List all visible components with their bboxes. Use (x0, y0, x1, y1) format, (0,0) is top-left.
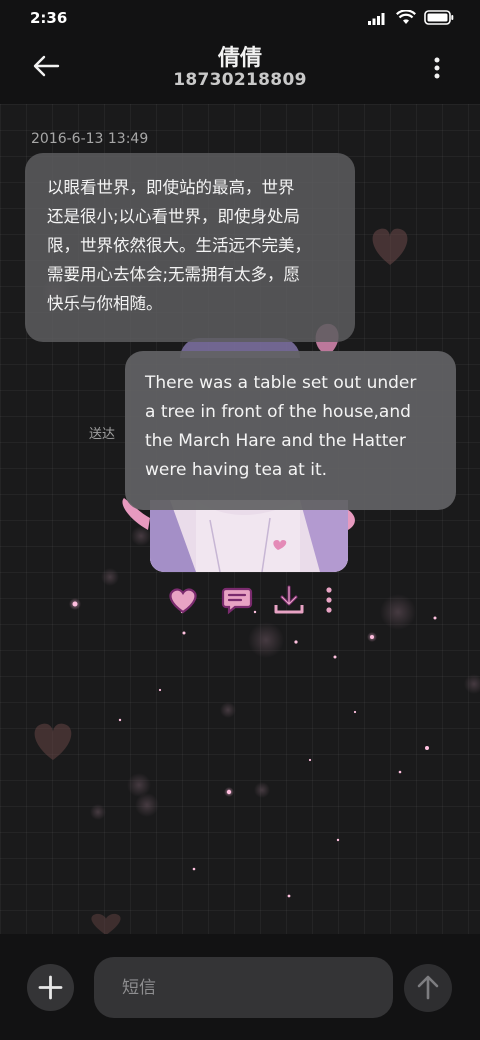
download-icon (274, 585, 304, 614)
message-composer (0, 934, 480, 1040)
comment-icon (221, 587, 253, 615)
outgoing-message-line: were having tea at it. (145, 460, 328, 480)
outgoing-message-line: There was a table set out under (145, 373, 417, 393)
signal-icon (368, 12, 385, 25)
send-button[interactable] (404, 964, 452, 1012)
status-icons (368, 10, 454, 25)
more-options-button[interactable] (430, 56, 444, 82)
wifi-icon (396, 10, 416, 24)
heart-decoration-icon (372, 228, 408, 265)
incoming-message-line: 限，世界依然很大。生活远不完美， (47, 236, 311, 255)
outgoing-message-bubble[interactable]: There was a table set out under a tree i… (125, 351, 456, 510)
picture-more-button[interactable] (322, 583, 336, 617)
conversation-header: 倩倩 18730218809 (0, 36, 480, 104)
add-attachment-button[interactable] (27, 964, 74, 1011)
heart-decoration-icon (91, 913, 121, 935)
download-button[interactable] (272, 583, 306, 617)
heart-icon (169, 588, 197, 614)
like-button[interactable] (166, 583, 200, 617)
status-time: 2:36 (30, 9, 68, 27)
battery-icon (424, 10, 454, 25)
outgoing-message-line: the March Hare and the Hatter (145, 431, 406, 451)
contact-name: 倩倩 (217, 46, 262, 71)
comment-button[interactable] (220, 583, 254, 617)
anime-character-image (150, 500, 348, 572)
sent-status: 送达 (89, 427, 116, 442)
outgoing-message-line: a tree in front of the house,and (145, 402, 411, 422)
message-input[interactable] (94, 957, 393, 1018)
incoming-message-bubble[interactable]: 以眼看世界，即使站的最高，世界 还是很小;以心看世界，即使身处局 限，世界依然很… (25, 153, 355, 342)
incoming-message-line: 快乐与你相随。 (47, 294, 163, 313)
status-bar: 2:36 (0, 0, 480, 36)
picture-message[interactable] (150, 500, 348, 572)
incoming-message-line: 需要用心去体会;无需拥有太多，愿 (47, 265, 301, 284)
incoming-message-line: 以眼看世界，即使站的最高，世界 (47, 178, 295, 197)
contact-number: 18730218809 (173, 70, 307, 90)
message-timestamp: 2016-6-13 13:49 (31, 131, 149, 147)
picture-action-bar (166, 583, 346, 617)
messaging-screen: 2:36 倩倩 18730218809 2016-6-13 13:49 以眼看世… (0, 0, 480, 1040)
incoming-message-line: 还是很小;以心看世界，即使身处局 (47, 207, 301, 226)
heart-decoration-icon (34, 723, 72, 760)
arrow-up-icon (417, 975, 439, 1000)
plus-icon (38, 975, 63, 1000)
more-vertical-icon (326, 587, 332, 613)
more-vertical-icon (434, 57, 440, 79)
